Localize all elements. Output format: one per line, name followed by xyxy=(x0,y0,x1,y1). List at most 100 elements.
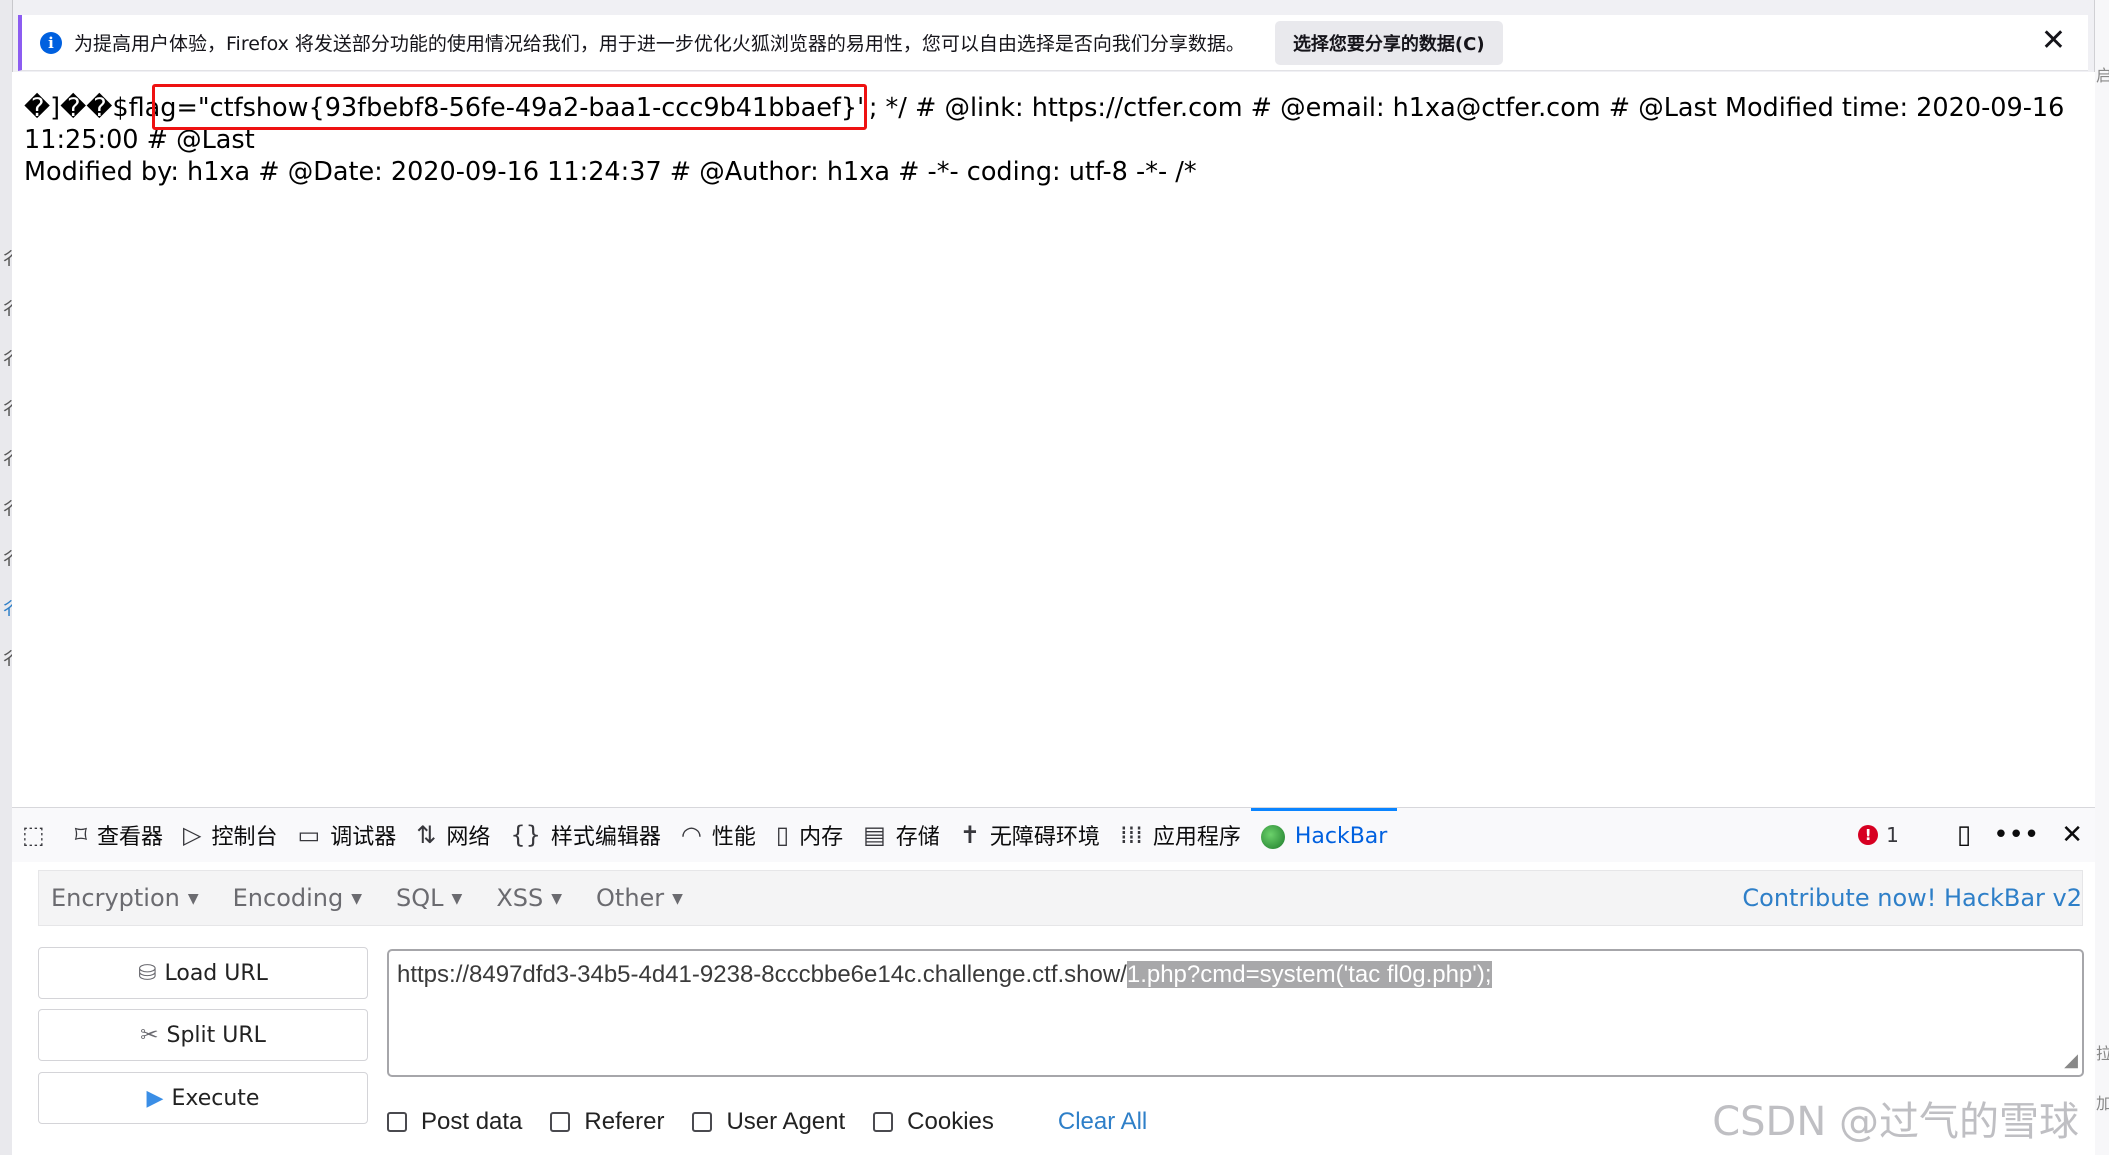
error-icon: ! xyxy=(1858,825,1879,845)
style-editor-icon: {} xyxy=(510,821,541,849)
user-agent-checkbox[interactable] xyxy=(692,1112,713,1132)
menu-label: XSS xyxy=(496,884,544,912)
cookies-checkbox[interactable] xyxy=(873,1112,894,1132)
tab-label: 网络 xyxy=(446,825,491,850)
button-label: Split URL xyxy=(166,1022,266,1048)
text-line2: Modified by: h1xa # @Date: 2020-09-16 11… xyxy=(24,157,1197,187)
tab-label: 内存 xyxy=(799,825,844,850)
tab-label: 控制台 xyxy=(211,825,278,850)
responsive-mode-icon[interactable]: ▯ xyxy=(1957,820,1971,850)
load-icon: ⛁ xyxy=(138,960,157,986)
caret-down-icon: ▼ xyxy=(351,891,363,907)
menu-label: Other xyxy=(596,884,665,912)
edge-glyph: 彳 xyxy=(0,449,18,470)
edge-glyph: 加 xyxy=(2096,1094,2109,1113)
edge-glyph: 彳 xyxy=(0,399,18,420)
caret-down-icon: ▼ xyxy=(551,891,563,907)
load-url-button[interactable]: ⛁ Load URL xyxy=(38,947,368,999)
tab-label: HackBar xyxy=(1294,824,1388,849)
caret-down-icon: ▼ xyxy=(451,891,463,907)
option-label: Post data xyxy=(421,1108,523,1135)
tab-accessibility[interactable]: ✝ 无障碍环境 xyxy=(950,808,1110,862)
url-selected: 1.php?cmd=system('tac fl0g.php'); xyxy=(1126,961,1492,988)
edge-glyph: 彳 xyxy=(0,299,18,320)
edge-glyph: 拉 xyxy=(2096,1044,2109,1063)
edge-glyph: 彳 xyxy=(0,499,18,520)
caret-down-icon: ▼ xyxy=(187,891,199,907)
menu-label: Encryption xyxy=(51,884,180,912)
network-icon: ⇅ xyxy=(416,821,437,849)
menu-label: SQL xyxy=(396,884,444,912)
tab-label: 性能 xyxy=(711,825,756,850)
error-badge[interactable]: ! 1 xyxy=(1858,823,1899,847)
tab-label: 应用程序 xyxy=(1152,825,1241,850)
accessibility-icon: ✝ xyxy=(959,821,980,849)
tab-inspector[interactable]: ⌑ 查看器 xyxy=(65,808,173,862)
scissors-icon: ✂ xyxy=(140,1022,159,1048)
debugger-icon: ▭ xyxy=(297,821,321,849)
edge-glyph: 彳 xyxy=(0,549,18,570)
close-icon[interactable]: ✕ xyxy=(2041,26,2066,56)
caret-down-icon: ▼ xyxy=(672,891,683,907)
hackbar-menu: Encryption ▼ Encoding ▼ SQL ▼ XSS ▼ Other ▼ C… xyxy=(38,870,2083,926)
hackbar-icon xyxy=(1260,824,1285,849)
choose-data-button[interactable]: 选择您要分享的数据(C) xyxy=(1274,20,1503,65)
tab-style-editor[interactable]: {} 样式编辑器 xyxy=(500,808,671,862)
request-options: Post data Referer User Agent Cookies Cle… xyxy=(387,1102,1147,1142)
close-devtools-icon[interactable]: ✕ xyxy=(2061,820,2083,850)
option-label: Cookies xyxy=(907,1108,994,1135)
edge-glyph: 彳 xyxy=(0,599,18,620)
menu-encryption[interactable]: Encryption ▼ xyxy=(51,884,199,912)
edge-glyph: 启 xyxy=(2096,66,2109,85)
option-label: Referer xyxy=(584,1108,665,1135)
url-prefix: https://8497dfd3-34b5-4d41-9238-8cccbbe6… xyxy=(397,961,1127,988)
edge-glyph: 彳 xyxy=(0,249,18,270)
play-icon: ▶ xyxy=(146,1085,164,1111)
url-textarea[interactable]: https://8497dfd3-34b5-4d41-9238-8cccbbe6… xyxy=(387,949,2084,1077)
element-picker-button[interactable]: ⬚ xyxy=(12,808,65,862)
tab-debugger[interactable]: ▭ 调试器 xyxy=(288,808,407,862)
performance-icon: ◠ xyxy=(680,821,702,849)
execute-button[interactable]: ▶ Execute xyxy=(38,1072,368,1124)
more-options-icon[interactable]: ••• xyxy=(1993,820,2039,850)
split-url-button[interactable]: ✂ Split URL xyxy=(38,1009,368,1061)
inspector-icon: ⌑ xyxy=(74,821,88,849)
menu-other[interactable]: Other ▼ xyxy=(596,884,683,912)
option-label: User Agent xyxy=(726,1108,846,1135)
devtools-right-controls: ! 1 ▯ ••• ✕ xyxy=(1858,808,2083,862)
storage-icon: ▤ xyxy=(863,821,886,849)
page-content: �]��$flag="ctfshow{93fbebf8-56fe-49a2-ba… xyxy=(12,72,2095,807)
menu-xss[interactable]: XSS ▼ xyxy=(496,884,562,912)
tab-label: 查看器 xyxy=(97,825,164,850)
contribute-link[interactable]: Contribute now! HackBar v2 xyxy=(1742,884,2082,912)
watermark: CSDN @过气的雪球 xyxy=(1712,1099,2079,1145)
tab-label: 调试器 xyxy=(330,825,397,850)
tab-memory[interactable]: ▯ 内存 xyxy=(766,808,853,862)
resize-grip-icon[interactable]: ◢ xyxy=(2064,1050,2078,1071)
tab-label: 存储 xyxy=(895,825,940,850)
flag-highlight-box xyxy=(152,84,867,130)
tab-application[interactable]: ⁞⁞⁞ 应用程序 xyxy=(1110,808,1251,862)
tab-label: 无障碍环境 xyxy=(989,825,1100,850)
tab-console[interactable]: ▷ 控制台 xyxy=(173,808,287,862)
edge-glyph: 彳 xyxy=(0,649,18,670)
edge-glyph: 彳 xyxy=(0,349,18,370)
referer-checkbox[interactable] xyxy=(550,1112,571,1132)
error-count: 1 xyxy=(1886,823,1899,847)
memory-icon: ▯ xyxy=(775,821,790,849)
notification-text: 为提高用户体验，Firefox 将发送部分功能的使用情况给我们，用于进一步优化火… xyxy=(74,33,1245,55)
post-data-checkbox[interactable] xyxy=(387,1112,407,1132)
right-window-edge: 启 拉 加 xyxy=(2094,0,2109,1155)
tab-label: 样式编辑器 xyxy=(550,825,661,850)
application-icon: ⁞⁞⁞ xyxy=(1119,821,1143,849)
button-label: Execute xyxy=(171,1085,260,1111)
menu-sql[interactable]: SQL ▼ xyxy=(396,884,462,912)
console-icon: ▷ xyxy=(183,821,202,849)
info-icon: i xyxy=(40,31,62,54)
tab-network[interactable]: ⇅ 网络 xyxy=(406,808,500,862)
tab-performance[interactable]: ◠ 性能 xyxy=(671,808,766,862)
tab-hackbar[interactable]: HackBar xyxy=(1250,808,1398,862)
clear-all-link[interactable]: Clear All xyxy=(1058,1108,1147,1136)
tab-storage[interactable]: ▤ 存储 xyxy=(853,808,950,862)
menu-encoding[interactable]: Encoding ▼ xyxy=(233,884,362,912)
